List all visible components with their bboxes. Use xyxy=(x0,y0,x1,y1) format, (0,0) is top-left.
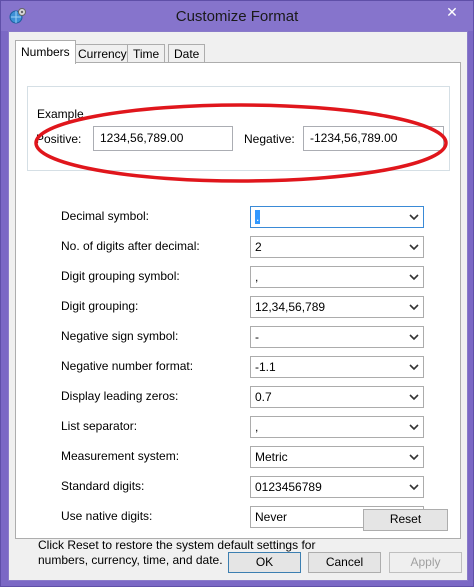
dropdown-value: - xyxy=(255,330,259,344)
cancel-button[interactable]: Cancel xyxy=(308,552,381,573)
setting-dropdown[interactable]: , xyxy=(250,416,424,438)
setting-dropdown[interactable]: Metric xyxy=(250,446,424,468)
chevron-down-icon xyxy=(409,484,419,491)
example-legend: Example xyxy=(37,107,84,121)
negative-example-field: -1234,56,789.00 xyxy=(303,126,444,151)
chevron-down-icon xyxy=(409,364,419,371)
close-button[interactable]: ✕ xyxy=(439,2,465,22)
title-bar[interactable]: Customize Format ✕ xyxy=(1,1,473,31)
setting-dropdown[interactable]: 2 xyxy=(250,236,424,258)
close-icon: ✕ xyxy=(446,4,458,20)
chevron-down-icon xyxy=(409,454,419,461)
dropdown-value: 12,34,56,789 xyxy=(255,300,326,314)
setting-dropdown[interactable]: - xyxy=(250,326,424,348)
setting-label: Measurement system: xyxy=(61,449,180,463)
dialog-body: Numbers Currency Time Date Example Posit… xyxy=(8,31,468,581)
dropdown-value: 0.7 xyxy=(255,390,272,404)
window-title: Customize Format xyxy=(175,8,299,25)
customize-format-window: Customize Format ✕ Numbers Currency Time… xyxy=(0,0,474,587)
setting-label: Decimal symbol: xyxy=(61,209,150,223)
setting-label: List separator: xyxy=(61,419,138,433)
tab-numbers[interactable]: Numbers xyxy=(15,40,76,64)
setting-dropdown[interactable]: , xyxy=(250,266,424,288)
setting-dropdown[interactable]: . xyxy=(250,206,424,228)
chevron-down-icon xyxy=(409,334,419,341)
setting-dropdown[interactable]: 0.7 xyxy=(250,386,424,408)
chevron-down-icon xyxy=(409,424,419,431)
dropdown-value: , xyxy=(255,270,259,284)
negative-label: Negative: xyxy=(244,132,295,146)
setting-label: Digit grouping: xyxy=(61,299,139,313)
tab-date[interactable]: Date xyxy=(168,44,206,63)
chevron-down-icon xyxy=(409,304,419,311)
setting-label: Use native digits: xyxy=(61,509,153,523)
setting-label: Digit grouping symbol: xyxy=(61,269,180,283)
setting-label: Negative sign symbol: xyxy=(61,329,179,343)
setting-dropdown[interactable]: 0123456789 xyxy=(250,476,424,498)
tab-time[interactable]: Time xyxy=(127,44,166,63)
chevron-down-icon xyxy=(409,244,419,251)
setting-label: No. of digits after decimal: xyxy=(61,239,200,253)
dropdown-value: . xyxy=(255,210,261,224)
dropdown-value: Metric xyxy=(255,450,288,464)
chevron-down-icon xyxy=(409,214,419,221)
setting-label: Negative number format: xyxy=(61,359,194,373)
setting-dropdown[interactable]: 12,34,56,789 xyxy=(250,296,424,318)
dropdown-value: Never xyxy=(255,510,288,524)
setting-label: Standard digits: xyxy=(61,479,145,493)
tab-currency[interactable]: Currency xyxy=(72,44,133,63)
reset-button[interactable]: Reset xyxy=(363,509,448,531)
dropdown-value: -1.1 xyxy=(255,360,276,374)
ok-button[interactable]: OK xyxy=(228,552,301,573)
positive-example-field: 1234,56,789.00 xyxy=(93,126,233,151)
positive-label: Positive: xyxy=(36,132,82,146)
numbers-tab-panel: Example Positive: 1234,56,789.00 Negativ… xyxy=(15,62,461,539)
setting-dropdown[interactable]: -1.1 xyxy=(250,356,424,378)
apply-button[interactable]: Apply xyxy=(389,552,462,573)
dropdown-value: 0123456789 xyxy=(255,480,322,494)
dropdown-value: 2 xyxy=(255,240,262,254)
chevron-down-icon xyxy=(409,394,419,401)
setting-label: Display leading zeros: xyxy=(61,389,179,403)
chevron-down-icon xyxy=(409,274,419,281)
dropdown-value: , xyxy=(255,420,259,434)
